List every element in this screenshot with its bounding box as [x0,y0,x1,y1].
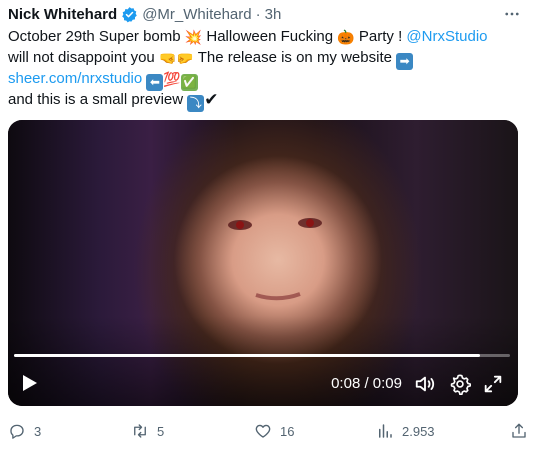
arrow-right-emoji: ➡ [396,53,414,70]
retweet-count: 5 [157,423,165,439]
tweet-header: Nick Whitehard @Mr_Whitehard · 3h [8,4,528,24]
action-bar: 3 5 16 2.953 [8,420,528,442]
progress-bar[interactable] [14,354,510,357]
website-link[interactable]: sheer.com/nrxstudio [8,70,142,87]
mention-link[interactable]: @NrxStudio [406,28,487,45]
separator-dot: · [255,5,261,23]
play-icon[interactable] [22,374,38,392]
progress-fill [14,354,481,357]
author-name[interactable]: Nick Whitehard [8,6,117,23]
reply-button[interactable]: 3 [8,422,41,440]
video-control-shade [8,316,518,406]
views-button[interactable]: 2.953 [376,422,435,440]
reply-count: 3 [34,423,42,439]
tweet-text-line-4: and this is a small preview ⤵ ✔ [8,89,508,112]
text-segment: Party ! [354,28,407,45]
fullscreen-icon[interactable] [482,373,504,395]
post-time[interactable]: 3h [265,6,282,23]
text-segment: October 29th Super bomb [8,28,185,45]
verified-badge-icon [122,6,137,22]
tweet-text-line-1: October 29th Super bomb 💥 Halloween Fuck… [8,26,508,47]
like-count: 16 [280,423,295,439]
text-segment: and this is a small preview [8,91,188,108]
like-icon [255,424,271,438]
more-icon[interactable] [500,4,524,24]
fists-emoji: 🤜🤛 [158,51,194,67]
settings-icon[interactable] [449,373,471,395]
text-segment: Halloween Fucking [202,28,338,45]
tweet-text-line-2: will not disappoint you 🤜🤛 The release i… [8,47,508,70]
timecode: 0:08 / 0:09 [331,375,402,392]
retweet-button[interactable]: 5 [131,422,164,440]
video-player[interactable]: 0:08 / 0:09 [8,120,518,406]
volume-icon[interactable] [414,373,436,395]
share-icon [512,423,526,438]
pumpkin-emoji: 🎃 [337,30,355,46]
text-segment: will not disappoint you [8,49,159,66]
reply-icon [10,424,24,439]
text-segment: The release is on my website [193,49,397,66]
turn-down-emoji: ⤵ [187,95,205,112]
like-button[interactable]: 16 [254,422,294,440]
views-count: 2.953 [402,423,435,439]
check-emoji: ✔ [204,90,219,110]
tweet-text-line-3: sheer.com/nrxstudio ⬅ 💯✅ [8,68,508,91]
tweet-text: October 29th Super bomb 💥 Halloween Fuck… [8,26,508,112]
retweet-icon [134,424,146,438]
hundred-emoji: 💯 [163,72,181,88]
share-button[interactable] [510,422,528,440]
bomb-emoji: 💥 [184,30,203,46]
author-handle[interactable]: @Mr_Whitehard [142,6,251,23]
views-icon [379,424,392,438]
